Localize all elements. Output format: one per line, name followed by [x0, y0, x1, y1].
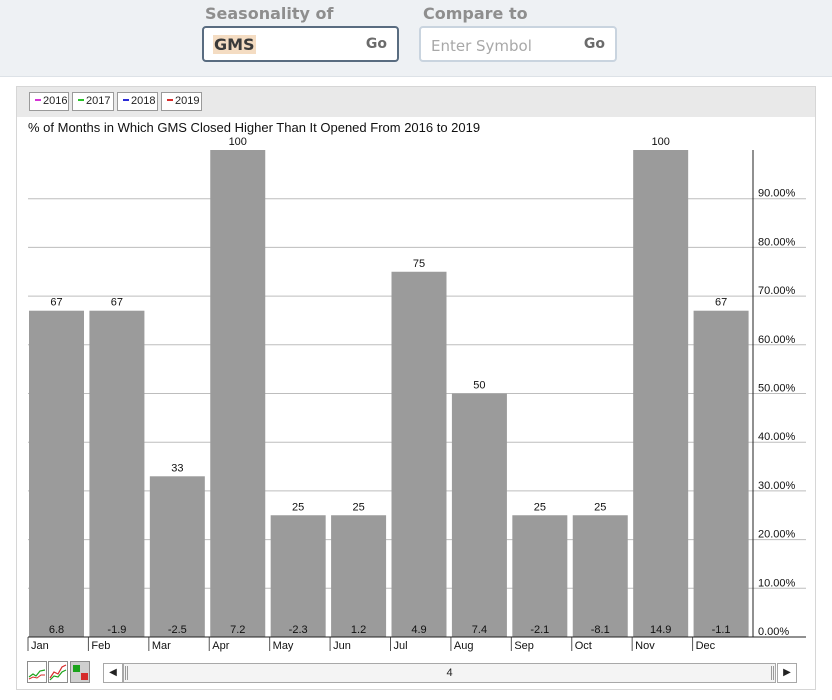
multi-line-glyph — [49, 664, 67, 681]
x-tick-label: Feb — [91, 640, 110, 652]
bar-value-label: 67 — [111, 297, 123, 309]
bar-value-label: 67 — [50, 297, 62, 309]
x-tick-label: Sep — [514, 640, 534, 652]
x-tick-label: Dec — [696, 640, 716, 652]
x-tick-label: Jun — [333, 640, 351, 652]
bar — [572, 515, 628, 637]
bar-value-label: 100 — [229, 136, 247, 148]
bar — [633, 150, 689, 637]
bar-value-label: 33 — [171, 462, 183, 474]
bar-bottom-label: 7.4 — [472, 624, 487, 636]
line-chart-glyph — [28, 669, 46, 680]
x-tick-label: Apr — [212, 640, 229, 652]
scroll-left-button[interactable]: ◀ — [103, 663, 123, 683]
bar-bottom-label: -2.1 — [530, 624, 549, 636]
y-tick-label: 30.00% — [758, 480, 796, 492]
y-tick-label: 40.00% — [758, 431, 796, 443]
scroll-grip-right[interactable] — [771, 666, 774, 680]
bar-bottom-label: -2.3 — [289, 624, 308, 636]
bar-value-label: 25 — [292, 501, 304, 513]
bar — [512, 515, 568, 637]
bar-value-label: 75 — [413, 258, 425, 270]
bar-value-label: 50 — [473, 380, 485, 392]
y-tick-label: 90.00% — [758, 188, 796, 200]
y-tick-label: 70.00% — [758, 285, 796, 297]
bar — [693, 310, 749, 637]
bar-bottom-label: 1.2 — [351, 624, 366, 636]
bar-bottom-label: -1.9 — [107, 624, 126, 636]
x-tick-label: Mar — [152, 640, 171, 652]
bar-bottom-label: 6.8 — [49, 624, 64, 636]
scroll-right-button[interactable]: ▶ — [777, 663, 797, 683]
y-tick-label: 20.00% — [758, 529, 796, 541]
bar-value-label: 100 — [651, 136, 669, 148]
x-tick-label: Aug — [454, 640, 474, 652]
bar-bottom-label: 4.9 — [411, 624, 426, 636]
x-tick-label: Jan — [31, 640, 49, 652]
bar — [331, 515, 387, 637]
y-tick-label: 10.00% — [758, 577, 796, 589]
bar — [149, 476, 205, 637]
bar — [451, 393, 507, 637]
y-tick-label: 80.00% — [758, 236, 796, 248]
scroll-position-label: 4 — [446, 667, 453, 679]
bar-bottom-label: -8.1 — [591, 624, 610, 636]
bar — [89, 310, 145, 637]
x-tick-label: Oct — [575, 640, 592, 652]
bar-bottom-label: -1.1 — [712, 624, 731, 636]
bar-bottom-label: 7.2 — [230, 624, 245, 636]
scrollbar-track[interactable]: 4 — [123, 663, 776, 683]
y-tick-label: 0.00% — [758, 626, 789, 638]
bar-bottom-label: 14.9 — [650, 624, 671, 636]
bar — [391, 271, 447, 637]
bar-value-label: 25 — [594, 501, 606, 513]
bar-value-label: 25 — [352, 501, 364, 513]
line-chart-icon[interactable] — [27, 661, 47, 683]
y-tick-label: 50.00% — [758, 383, 796, 395]
bar — [270, 515, 326, 637]
x-tick-label: Nov — [635, 640, 655, 652]
multi-line-chart-icon[interactable] — [48, 661, 68, 683]
y-tick-label: 60.00% — [758, 334, 796, 346]
bar-chart-glyph — [73, 665, 88, 680]
bar-value-label: 25 — [534, 501, 546, 513]
bar-bottom-label: -2.5 — [168, 624, 187, 636]
bar-chart-icon[interactable] — [70, 661, 90, 683]
seasonality-bar-chart: 0.00% 10.00% 20.00% 30.00% 40.00% 50.00% 60.00… — [27, 136, 806, 652]
x-tick-label: Jul — [394, 640, 408, 652]
x-tick-label: May — [273, 640, 294, 652]
bar-value-label: 67 — [715, 297, 727, 309]
bar — [210, 150, 266, 637]
bar — [29, 310, 84, 637]
